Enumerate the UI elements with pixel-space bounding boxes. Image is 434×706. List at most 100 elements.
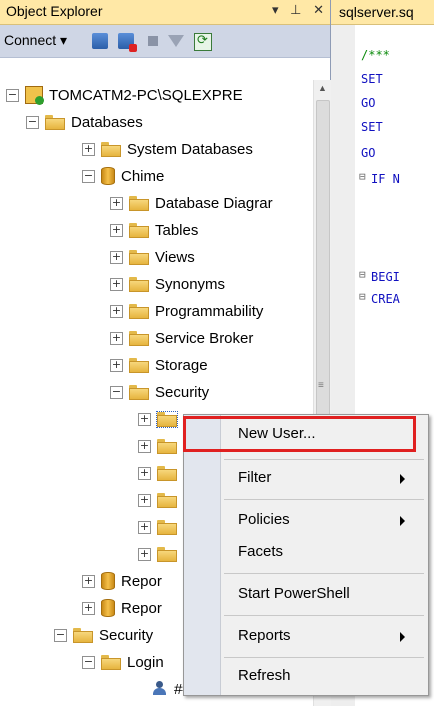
- server-icon: [25, 86, 44, 105]
- database-icon: [101, 599, 115, 617]
- folder-icon: [129, 222, 149, 238]
- tree-node-security-child[interactable]: +: [138, 542, 183, 566]
- expand-icon[interactable]: +: [110, 277, 123, 291]
- tree-node-label: Synonyms: [155, 275, 226, 293]
- object-explorer-title: Object Explorer: [6, 3, 103, 19]
- tree-node-reportserver[interactable]: + Repor: [82, 569, 162, 593]
- context-menu: New User... Filter Policies Facets Start…: [183, 414, 429, 696]
- menu-item-label: Policies: [238, 511, 290, 528]
- new-user-highlight-box: [183, 416, 416, 452]
- tree-node-label: TOMCATM2-PC\SQLEXPRE: [49, 86, 243, 104]
- expand-icon[interactable]: +: [110, 250, 123, 264]
- tree-node-security-child[interactable]: +: [138, 515, 183, 539]
- tree-node-security-child[interactable]: +: [138, 461, 183, 485]
- dropdown-icon[interactable]: ▾: [272, 2, 279, 17]
- expand-icon[interactable]: +: [138, 547, 151, 561]
- collapse-icon[interactable]: −: [6, 88, 19, 102]
- title-controls: ▾ ⊥ ✕: [264, 2, 324, 18]
- close-icon[interactable]: ✕: [313, 2, 324, 17]
- expand-icon[interactable]: +: [110, 304, 123, 318]
- connect-object-explorer-icon[interactable]: [92, 33, 108, 49]
- collapse-icon[interactable]: −: [82, 655, 95, 669]
- folder-icon: [73, 627, 93, 643]
- folder-icon: [45, 114, 65, 130]
- menu-item-reports[interactable]: Reports: [221, 621, 427, 651]
- expand-icon[interactable]: +: [138, 493, 151, 507]
- expand-icon[interactable]: +: [138, 439, 151, 453]
- expand-icon[interactable]: +: [82, 574, 95, 588]
- tree-node-database-diagrams[interactable]: + Database Diagrar: [110, 191, 273, 215]
- tree-node-tables[interactable]: + Tables: [110, 218, 198, 242]
- menu-item-label: Reports: [238, 627, 291, 644]
- editor-tab[interactable]: sqlserver.sq: [331, 0, 434, 25]
- filter-icon[interactable]: [168, 35, 184, 47]
- folder-icon: [129, 249, 149, 265]
- expand-icon[interactable]: +: [110, 223, 123, 237]
- refresh-icon[interactable]: [194, 32, 212, 51]
- fold-icon[interactable]: ⊟: [359, 290, 366, 303]
- menu-item-refresh[interactable]: Refresh: [221, 661, 427, 691]
- tree-node-reportservertempdb[interactable]: + Repor: [82, 596, 162, 620]
- tree-node-label: Database Diagrar: [155, 194, 273, 212]
- folder-icon: [129, 330, 149, 346]
- expand-icon[interactable]: +: [138, 466, 151, 480]
- fold-icon[interactable]: ⊟: [359, 170, 366, 183]
- scroll-up-icon[interactable]: ▲: [314, 80, 331, 97]
- code-line: SET: [361, 120, 383, 134]
- tree-node-security-child[interactable]: +: [138, 434, 183, 458]
- menu-item-label: Start PowerShell: [238, 585, 350, 602]
- collapse-icon[interactable]: −: [110, 385, 123, 399]
- tree-node-programmability[interactable]: + Programmability: [110, 299, 263, 323]
- submenu-arrow-icon: [400, 632, 405, 642]
- code-line: IF N: [371, 172, 400, 186]
- login-user-icon: [152, 681, 168, 697]
- expand-icon[interactable]: +: [110, 331, 123, 345]
- menu-item-start-powershell[interactable]: Start PowerShell: [221, 579, 427, 609]
- expand-icon[interactable]: +: [138, 520, 151, 534]
- tree-node-views[interactable]: + Views: [110, 245, 195, 269]
- tree-node-databases[interactable]: − Databases: [26, 110, 143, 134]
- expand-icon[interactable]: +: [110, 358, 123, 372]
- tree-node-security[interactable]: − Security: [110, 380, 209, 404]
- database-icon: [101, 167, 115, 185]
- folder-icon: [129, 276, 149, 292]
- expand-icon[interactable]: +: [82, 142, 95, 156]
- folder-icon: [129, 195, 149, 211]
- expand-icon[interactable]: +: [110, 196, 123, 210]
- menu-item-label: Refresh: [238, 667, 291, 684]
- menu-separator: [224, 499, 424, 500]
- tree-node-server-security[interactable]: − Security: [54, 623, 153, 647]
- tree-node-system-databases[interactable]: + System Databases: [82, 137, 253, 161]
- tree-node-label: System Databases: [127, 140, 253, 158]
- connect-button[interactable]: Connect ▾: [4, 32, 67, 49]
- tree-node-server[interactable]: − TOMCATM2-PC\SQLEXPRE: [6, 83, 243, 107]
- tree-node-security-child[interactable]: +: [138, 488, 183, 512]
- folder-icon: [157, 492, 177, 508]
- stop-icon[interactable]: [148, 36, 158, 46]
- fold-icon[interactable]: ⊟: [359, 268, 366, 281]
- pin-icon[interactable]: ⊥: [290, 2, 301, 17]
- collapse-icon[interactable]: −: [82, 169, 95, 183]
- tree-node-label: Programmability: [155, 302, 264, 320]
- expand-icon[interactable]: +: [82, 601, 95, 615]
- tree-node-label: Chime: [121, 167, 165, 185]
- tree-node-synonyms[interactable]: + Synonyms: [110, 272, 225, 296]
- menu-separator: [224, 615, 424, 616]
- menu-item-facets[interactable]: Facets: [221, 537, 427, 567]
- collapse-icon[interactable]: −: [54, 628, 67, 642]
- menu-item-policies[interactable]: Policies: [221, 505, 427, 535]
- tree-node-label: Tables: [155, 221, 199, 239]
- tree-node-logins[interactable]: − Login: [82, 650, 164, 674]
- tree-node-label: Service Broker: [155, 329, 254, 347]
- tree-node-service-broker[interactable]: + Service Broker: [110, 326, 253, 350]
- code-line: SET: [361, 72, 383, 86]
- tree-node-users[interactable]: +: [138, 407, 183, 431]
- tree-node-storage[interactable]: + Storage: [110, 353, 208, 377]
- collapse-icon[interactable]: −: [26, 115, 39, 129]
- tree-node-chime[interactable]: − Chime: [82, 164, 164, 188]
- expand-icon[interactable]: +: [138, 412, 151, 426]
- menu-item-filter[interactable]: Filter: [221, 463, 427, 493]
- folder-icon: [129, 357, 149, 373]
- disconnect-icon[interactable]: [118, 33, 137, 52]
- menu-item-label: Facets: [238, 543, 284, 560]
